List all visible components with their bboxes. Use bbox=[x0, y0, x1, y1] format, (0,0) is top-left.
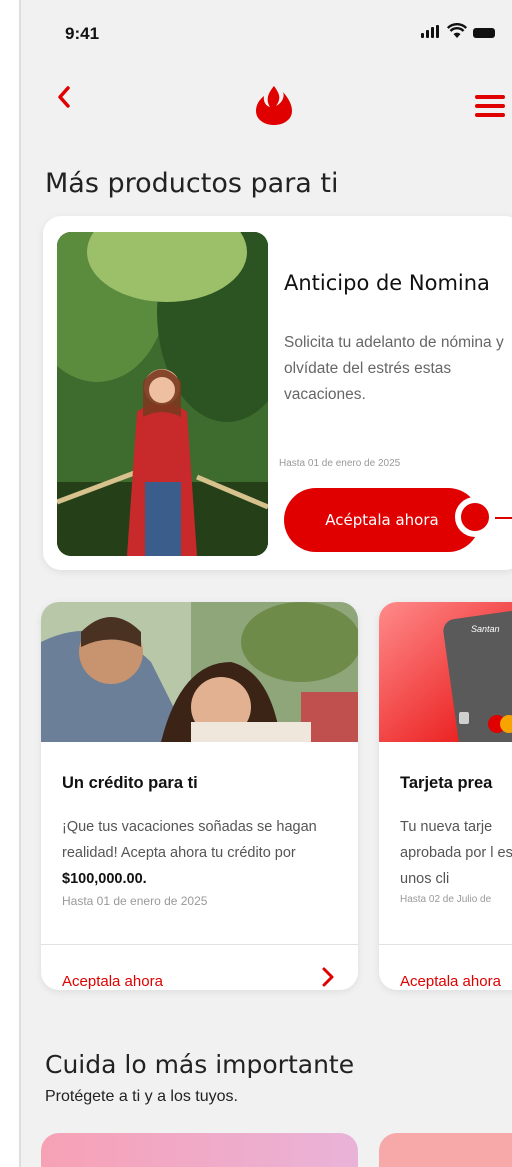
section-subtitle: Protégete a ti y a los tuyos. bbox=[45, 1088, 238, 1105]
insurance-card-1[interactable] bbox=[41, 1133, 358, 1167]
card-accept-link[interactable]: Aceptala ahora bbox=[400, 973, 501, 990]
card-divider bbox=[379, 944, 512, 945]
tap-indicator-dot bbox=[455, 497, 495, 537]
status-bar: 9:41 bbox=[21, 0, 512, 70]
phone-screen: 9:41 Más productos para ti Anticipo de N… bbox=[19, 0, 512, 1167]
tarjeta-image: Santan bbox=[379, 602, 512, 758]
top-nav bbox=[21, 70, 512, 140]
chevron-left-icon bbox=[58, 86, 70, 108]
battery-icon bbox=[473, 28, 495, 38]
insurance-card-2[interactable] bbox=[379, 1133, 512, 1167]
signal-icon bbox=[421, 25, 439, 38]
section-title-cuida: Cuida lo más importante bbox=[45, 1050, 355, 1079]
menu-button[interactable] bbox=[475, 95, 505, 122]
card-description: ¡Que tus vacaciones soñadas se hagan rea… bbox=[62, 814, 342, 892]
card-date: Hasta 01 de enero de 2025 bbox=[62, 894, 208, 908]
product-card-credito[interactable]: Un crédito para ti ¡Que tus vacaciones s… bbox=[41, 602, 358, 990]
credit-card-image bbox=[41, 602, 358, 742]
product-card-tarjeta[interactable]: Santan Tarjeta prea Tu nueva tarje aprob… bbox=[379, 602, 512, 990]
card-brand-text: Santan bbox=[471, 624, 500, 634]
chevron-right-icon[interactable] bbox=[322, 967, 334, 990]
featured-card: Anticipo de Nomina Solicita tu adelanto … bbox=[43, 216, 512, 570]
featured-description: Solicita tu adelanto de nómina y olvídat… bbox=[284, 334, 504, 403]
santander-flame-icon bbox=[256, 86, 292, 125]
featured-title: Anticipo de Nomina bbox=[284, 271, 490, 295]
accept-featured-button[interactable]: Acéptala ahora bbox=[284, 488, 480, 552]
card-date: Hasta 02 de Julio de bbox=[400, 894, 492, 905]
wifi-icon bbox=[447, 23, 467, 38]
tap-indicator-line bbox=[495, 517, 512, 519]
featured-date: Hasta 01 de enero de 2025 bbox=[279, 458, 401, 469]
card-description-text: ¡Que tus vacaciones soñadas se hagan rea… bbox=[62, 819, 317, 861]
card-accept-link[interactable]: Aceptala ahora bbox=[62, 973, 163, 990]
card-divider bbox=[41, 944, 358, 945]
status-time: 9:41 bbox=[65, 24, 100, 43]
card-title: Tarjeta prea bbox=[400, 774, 493, 792]
section-title-productos: Más productos para ti bbox=[45, 168, 339, 199]
card-title: Un crédito para ti bbox=[62, 774, 198, 792]
card-description-amount: $100,000.00. bbox=[62, 871, 147, 887]
back-button[interactable] bbox=[57, 84, 71, 114]
card-description: Tu nueva tarje aprobada por l está a uno… bbox=[400, 819, 512, 887]
accept-featured-label: Acéptala ahora bbox=[325, 511, 439, 529]
featured-image bbox=[57, 232, 268, 556]
